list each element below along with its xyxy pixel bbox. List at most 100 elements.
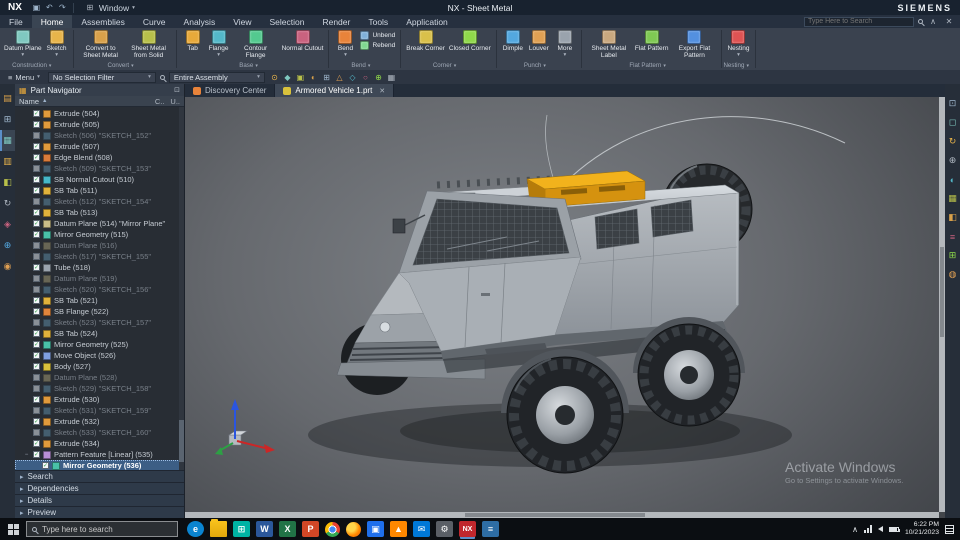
tree-item[interactable]: ✓ SB Tab (524) <box>15 328 184 339</box>
action-center-icon[interactable] <box>945 524 954 534</box>
search-icon[interactable] <box>918 19 923 24</box>
tree-item[interactable]: ✓ Extrude (534) <box>15 438 184 449</box>
snap-node-icon[interactable]: ○ <box>360 72 371 83</box>
horizontal-scrollbar-thumb[interactable] <box>465 513 645 517</box>
feature-checkbox[interactable]: ✓ <box>42 462 49 469</box>
zoom-icon[interactable]: ◻ <box>945 113 960 132</box>
feature-checkbox[interactable]: ✓ <box>33 308 40 315</box>
tree-item[interactable]: Sketch (506) "SKETCH_152" <box>15 130 184 141</box>
feature-checkbox[interactable] <box>33 374 40 381</box>
tab-tools[interactable]: Tools <box>359 15 397 28</box>
feature-checkbox[interactable]: ✓ <box>33 352 40 359</box>
nx-icon[interactable]: NX <box>459 521 476 537</box>
tree-item[interactable]: Datum Plane (519) <box>15 273 184 284</box>
snap-grid-icon[interactable]: ⊕ <box>373 72 384 83</box>
snap-endpoint-icon[interactable]: ◆ <box>282 72 293 83</box>
panel-preview[interactable]: ▸ Preview <box>15 506 184 518</box>
rebend-button[interactable]: Rebend <box>358 41 397 50</box>
dimple-button[interactable]: Dimple <box>500 29 526 53</box>
tree-item[interactable]: Sketch (509) "SKETCH_153" <box>15 163 184 174</box>
sheet-metal-from-solid-button[interactable]: Sheet Metal from Solid <box>125 29 173 60</box>
feature-checkbox[interactable]: ✓ <box>33 231 40 238</box>
wireframe-mode-icon[interactable]: ▦ <box>945 189 960 208</box>
menu-button[interactable]: ≡ Menu ▾ <box>4 73 44 82</box>
feature-checkbox[interactable]: ✓ <box>33 341 40 348</box>
convert-to-sheet-metal-button[interactable]: Convert to Sheet Metal <box>77 29 125 60</box>
louver-button[interactable]: Louver <box>526 29 552 53</box>
viewport-tab-armored-vehicle-1-prt[interactable]: Armored Vehicle 1.prt ✕ <box>275 84 395 97</box>
tree-item[interactable]: Sketch (531) "SKETCH_159" <box>15 405 184 416</box>
feature-checkbox[interactable] <box>33 385 40 392</box>
feature-checkbox[interactable] <box>33 198 40 205</box>
save-icon[interactable]: ▣ <box>30 2 43 14</box>
store-icon[interactable]: ⊞ <box>233 521 250 537</box>
tree-item[interactable]: Sketch (529) "SKETCH_158" <box>15 383 184 394</box>
sheet-metal-label-button[interactable]: Sheet Metal Label <box>585 29 633 60</box>
roles-icon[interactable]: ◉ <box>0 256 15 277</box>
snap-intersection-icon[interactable]: ⊞ <box>321 72 332 83</box>
start-button[interactable] <box>0 518 26 540</box>
selection-scope-dropdown[interactable]: Entire Assembly ▾ <box>168 71 265 83</box>
tree-scrollbar-thumb[interactable] <box>179 420 184 462</box>
window-menu-button[interactable]: ⊞ Window ▾ <box>78 3 141 13</box>
tab-curve[interactable]: Curve <box>134 15 175 28</box>
selection-filter-dropdown[interactable]: No Selection Filter ▾ <box>47 71 156 83</box>
break-corner-button[interactable]: Break Corner <box>404 29 447 53</box>
tree-item[interactable]: ✓ Body (527) <box>15 361 184 372</box>
view-manager-icon[interactable]: ◧ <box>0 172 15 193</box>
tab-view[interactable]: View <box>224 15 260 28</box>
tab-selection[interactable]: Selection <box>260 15 313 28</box>
selection-scope-icon[interactable] <box>159 74 165 80</box>
tab-file[interactable]: File <box>0 15 32 28</box>
pan-icon[interactable]: ⊕ <box>945 151 960 170</box>
feature-checkbox[interactable]: ✓ <box>33 363 40 370</box>
feature-checkbox[interactable] <box>33 253 40 260</box>
tree-item[interactable]: Sketch (520) "SKETCH_156" <box>15 284 184 295</box>
window-layout-icon[interactable]: ⊞ <box>945 246 960 265</box>
feature-checkbox[interactable]: ✓ <box>33 264 40 271</box>
constraint-navigator-icon[interactable]: ⊞ <box>0 109 15 130</box>
snap-face-icon[interactable]: ▦ <box>386 72 397 83</box>
fit-view-icon[interactable]: ⊡ <box>945 94 960 113</box>
vertical-scrollbar-thumb[interactable] <box>940 247 944 337</box>
render-style-icon[interactable]: ◍ <box>945 265 960 284</box>
tree-item[interactable]: ✓ SB Tab (513) <box>15 207 184 218</box>
feature-checkbox[interactable]: ✓ <box>33 143 40 150</box>
perspective-icon[interactable]: ◧ <box>945 208 960 227</box>
nesting-button[interactable]: Nesting ▾ <box>725 29 751 59</box>
tree-item[interactable]: − ✓ Pattern Feature [Linear] (535) <box>15 449 184 460</box>
edge-icon[interactable]: e <box>187 521 204 537</box>
snap-quadrant-icon[interactable]: ◇ <box>347 72 358 83</box>
feature-checkbox[interactable] <box>33 132 40 139</box>
tree-item[interactable]: Sketch (523) "SKETCH_157" <box>15 317 184 328</box>
word-icon[interactable]: W <box>256 521 273 537</box>
export-flat-pattern-button[interactable]: Export Flat Pattern <box>670 29 718 60</box>
process-studio-icon[interactable]: ◈ <box>0 214 15 235</box>
tree-item[interactable]: ✓ SB Tab (521) <box>15 295 184 306</box>
feature-checkbox[interactable] <box>33 165 40 172</box>
firefox-icon[interactable] <box>346 521 361 537</box>
feature-checkbox[interactable]: ✓ <box>33 330 40 337</box>
settings-icon[interactable]: ⚙ <box>436 521 453 537</box>
normal-cutout-button[interactable]: Normal Cutout <box>280 29 326 53</box>
battery-icon[interactable] <box>888 526 900 532</box>
tree-item[interactable]: ✓ Mirror Geometry (515) <box>15 229 184 240</box>
taskbar-clock[interactable]: 6:22 PM 10/21/2023 <box>905 521 939 538</box>
feature-checkbox[interactable] <box>33 242 40 249</box>
feature-checkbox[interactable]: ✓ <box>33 451 40 458</box>
snap-midpoint-icon[interactable]: ▣ <box>295 72 306 83</box>
tree-item[interactable]: ✓ Tube (518) <box>15 262 184 273</box>
tray-expand-icon[interactable]: ∧ <box>852 525 858 534</box>
snap-point-icon[interactable]: ⊙ <box>269 72 280 83</box>
assembly-navigator-icon[interactable]: ▤ <box>0 88 15 109</box>
feature-checkbox[interactable]: ✓ <box>33 297 40 304</box>
unbend-button[interactable]: Unbend <box>358 31 397 40</box>
command-search-input[interactable] <box>804 16 914 27</box>
section-view-icon[interactable]: ≡ <box>945 227 960 246</box>
feature-checkbox[interactable] <box>33 429 40 436</box>
panel-dependencies[interactable]: ▸ Dependencies <box>15 482 184 494</box>
tree-item[interactable]: ✓ Extrude (505) <box>15 119 184 130</box>
viewport-tab-discovery-center[interactable]: Discovery Center <box>185 84 276 97</box>
taskbar-search[interactable]: Type here to search <box>26 521 178 537</box>
tree-item[interactable]: Sketch (512) "SKETCH_154" <box>15 196 184 207</box>
